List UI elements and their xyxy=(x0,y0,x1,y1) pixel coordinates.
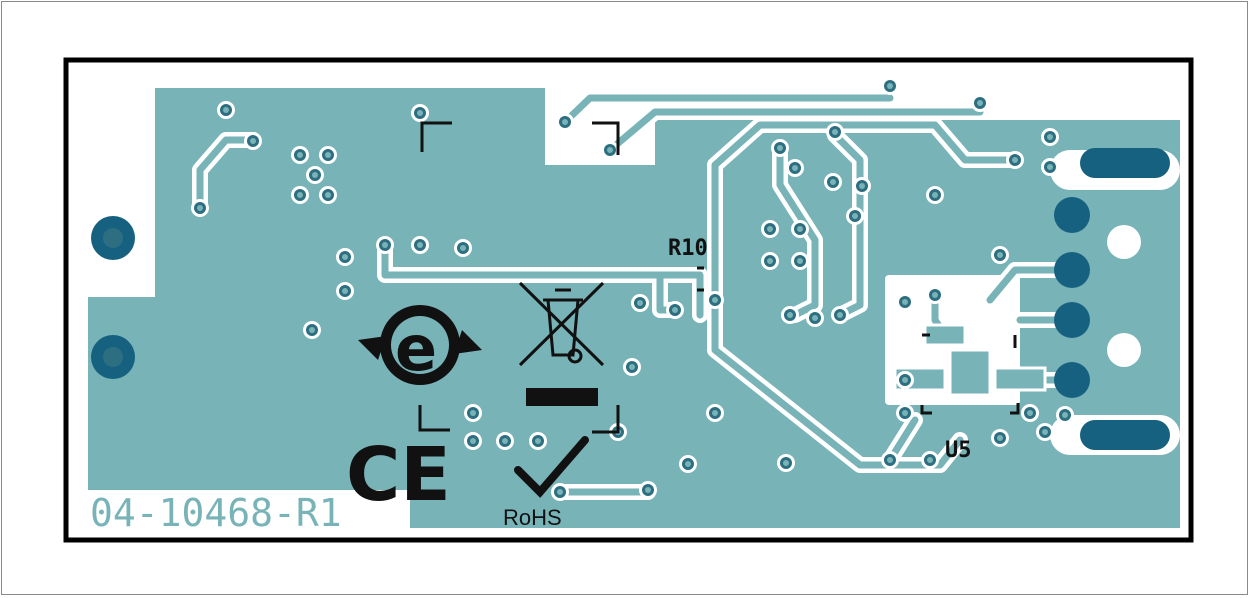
via-hole xyxy=(637,300,643,306)
via-hole xyxy=(325,152,331,158)
via-hole xyxy=(859,183,865,189)
pcb-bottom-layer: e CE RoHS R10 U5 04-10468-R1 xyxy=(63,57,1194,543)
via-hole xyxy=(312,172,318,178)
via-hole xyxy=(887,457,893,463)
via-hole xyxy=(792,165,798,171)
via-hole xyxy=(787,312,793,318)
via-hole xyxy=(887,83,893,89)
via-hole xyxy=(832,129,838,135)
via-hole xyxy=(645,487,651,493)
via-hole xyxy=(535,438,541,444)
via-hole xyxy=(297,152,303,158)
via-hole xyxy=(902,299,908,305)
via-hole xyxy=(1062,412,1068,418)
via-hole xyxy=(902,410,908,416)
ref-u5: U5 xyxy=(945,438,972,463)
silk-bar xyxy=(526,388,598,406)
rohs-label: RoHS xyxy=(503,505,562,530)
via-hole xyxy=(777,145,783,151)
via-hole xyxy=(250,138,256,144)
via-hole xyxy=(797,226,803,232)
via-hole xyxy=(1027,410,1033,416)
via-hole xyxy=(470,438,476,444)
via-hole xyxy=(932,292,938,298)
via-hole xyxy=(342,288,348,294)
via-hole xyxy=(672,307,678,313)
ce-mark: CE xyxy=(346,432,451,518)
via-hole xyxy=(767,226,773,232)
via-hole xyxy=(629,364,635,370)
efup-letter: e xyxy=(395,312,437,385)
via-hole xyxy=(197,205,203,211)
via-hole xyxy=(685,461,691,467)
via-hole xyxy=(712,410,718,416)
via-hole xyxy=(927,457,933,463)
via-hole xyxy=(830,179,836,185)
via-hole xyxy=(502,438,508,444)
via-hole xyxy=(417,110,423,116)
via-hole xyxy=(797,258,803,264)
via-hole xyxy=(607,147,613,153)
via-hole xyxy=(997,252,1003,258)
via-hole xyxy=(417,242,423,248)
via-hole xyxy=(309,327,315,333)
part-number: 04-10468-R1 xyxy=(90,491,342,535)
via-hole xyxy=(470,410,476,416)
via-hole xyxy=(223,107,229,113)
via-hole xyxy=(1012,157,1018,163)
via-hole xyxy=(783,460,789,466)
via-hole xyxy=(1042,429,1048,435)
via-hole xyxy=(382,242,388,248)
via-hole xyxy=(325,192,331,198)
via-hole xyxy=(837,312,843,318)
via-hole xyxy=(1047,134,1053,140)
via-hole xyxy=(297,192,303,198)
via-hole xyxy=(852,213,858,219)
via-hole xyxy=(712,297,718,303)
via-hole xyxy=(557,489,563,495)
via-hole xyxy=(997,435,1003,441)
via-hole xyxy=(342,254,348,260)
via-hole xyxy=(460,245,466,251)
via-hole xyxy=(902,377,908,383)
via-hole xyxy=(812,315,818,321)
via-hole xyxy=(977,100,983,106)
via-hole xyxy=(562,119,568,125)
via-hole xyxy=(1047,164,1053,170)
via-hole xyxy=(932,192,938,198)
via-hole xyxy=(767,258,773,264)
ref-r10: R10 xyxy=(668,236,708,261)
